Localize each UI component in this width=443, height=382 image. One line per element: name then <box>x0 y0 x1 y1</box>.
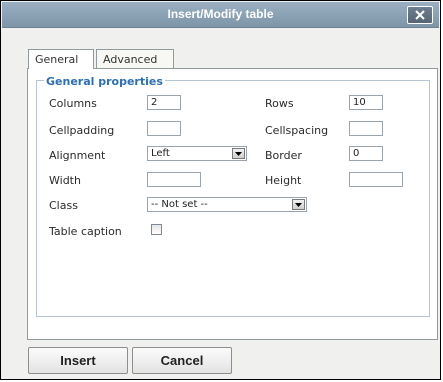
border-input[interactable]: 0 <box>349 146 383 161</box>
class-value: -- Not set -- <box>151 199 208 210</box>
alignment-label: Alignment <box>49 149 106 162</box>
class-label: Class <box>49 199 78 212</box>
width-input[interactable] <box>147 172 201 187</box>
rows-label: Rows <box>265 97 294 110</box>
cancel-button[interactable]: Cancel <box>132 347 232 374</box>
width-label: Width <box>49 174 81 187</box>
tab-general[interactable]: General <box>28 49 94 69</box>
general-panel: General properties Columns 2 Rows 10 Cel… <box>27 68 438 340</box>
cellpadding-input[interactable] <box>147 121 181 136</box>
columns-label: Columns <box>49 97 97 110</box>
table-caption-label: Table caption <box>49 225 122 238</box>
height-label: Height <box>265 174 302 187</box>
insert-modify-table-dialog: Insert/Modify table General Advanced Gen… <box>0 0 441 380</box>
chevron-down-icon[interactable] <box>232 148 245 159</box>
alignment-value: Left <box>151 148 170 159</box>
tab-advanced[interactable]: Advanced <box>96 49 174 68</box>
alignment-select[interactable]: Left <box>147 146 247 161</box>
class-select[interactable]: -- Not set -- <box>147 197 307 212</box>
rows-input[interactable]: 10 <box>349 95 383 110</box>
chevron-down-icon[interactable] <box>292 199 305 210</box>
fieldset-legend: General properties <box>44 75 165 88</box>
height-input[interactable] <box>349 172 403 187</box>
insert-button[interactable]: Insert <box>28 347 128 374</box>
title-bar[interactable]: Insert/Modify table <box>2 2 439 28</box>
table-caption-checkbox[interactable] <box>151 224 162 235</box>
cellspacing-label: Cellspacing <box>265 124 329 137</box>
cellpadding-label: Cellpadding <box>49 124 115 137</box>
close-button[interactable] <box>407 6 433 24</box>
cellspacing-input[interactable] <box>349 121 383 136</box>
border-label: Border <box>265 149 302 162</box>
dialog-title: Insert/Modify table <box>167 7 274 21</box>
columns-input[interactable]: 2 <box>147 95 181 110</box>
close-icon <box>415 10 425 20</box>
general-properties-fieldset: General properties Columns 2 Rows 10 Cel… <box>36 75 430 317</box>
